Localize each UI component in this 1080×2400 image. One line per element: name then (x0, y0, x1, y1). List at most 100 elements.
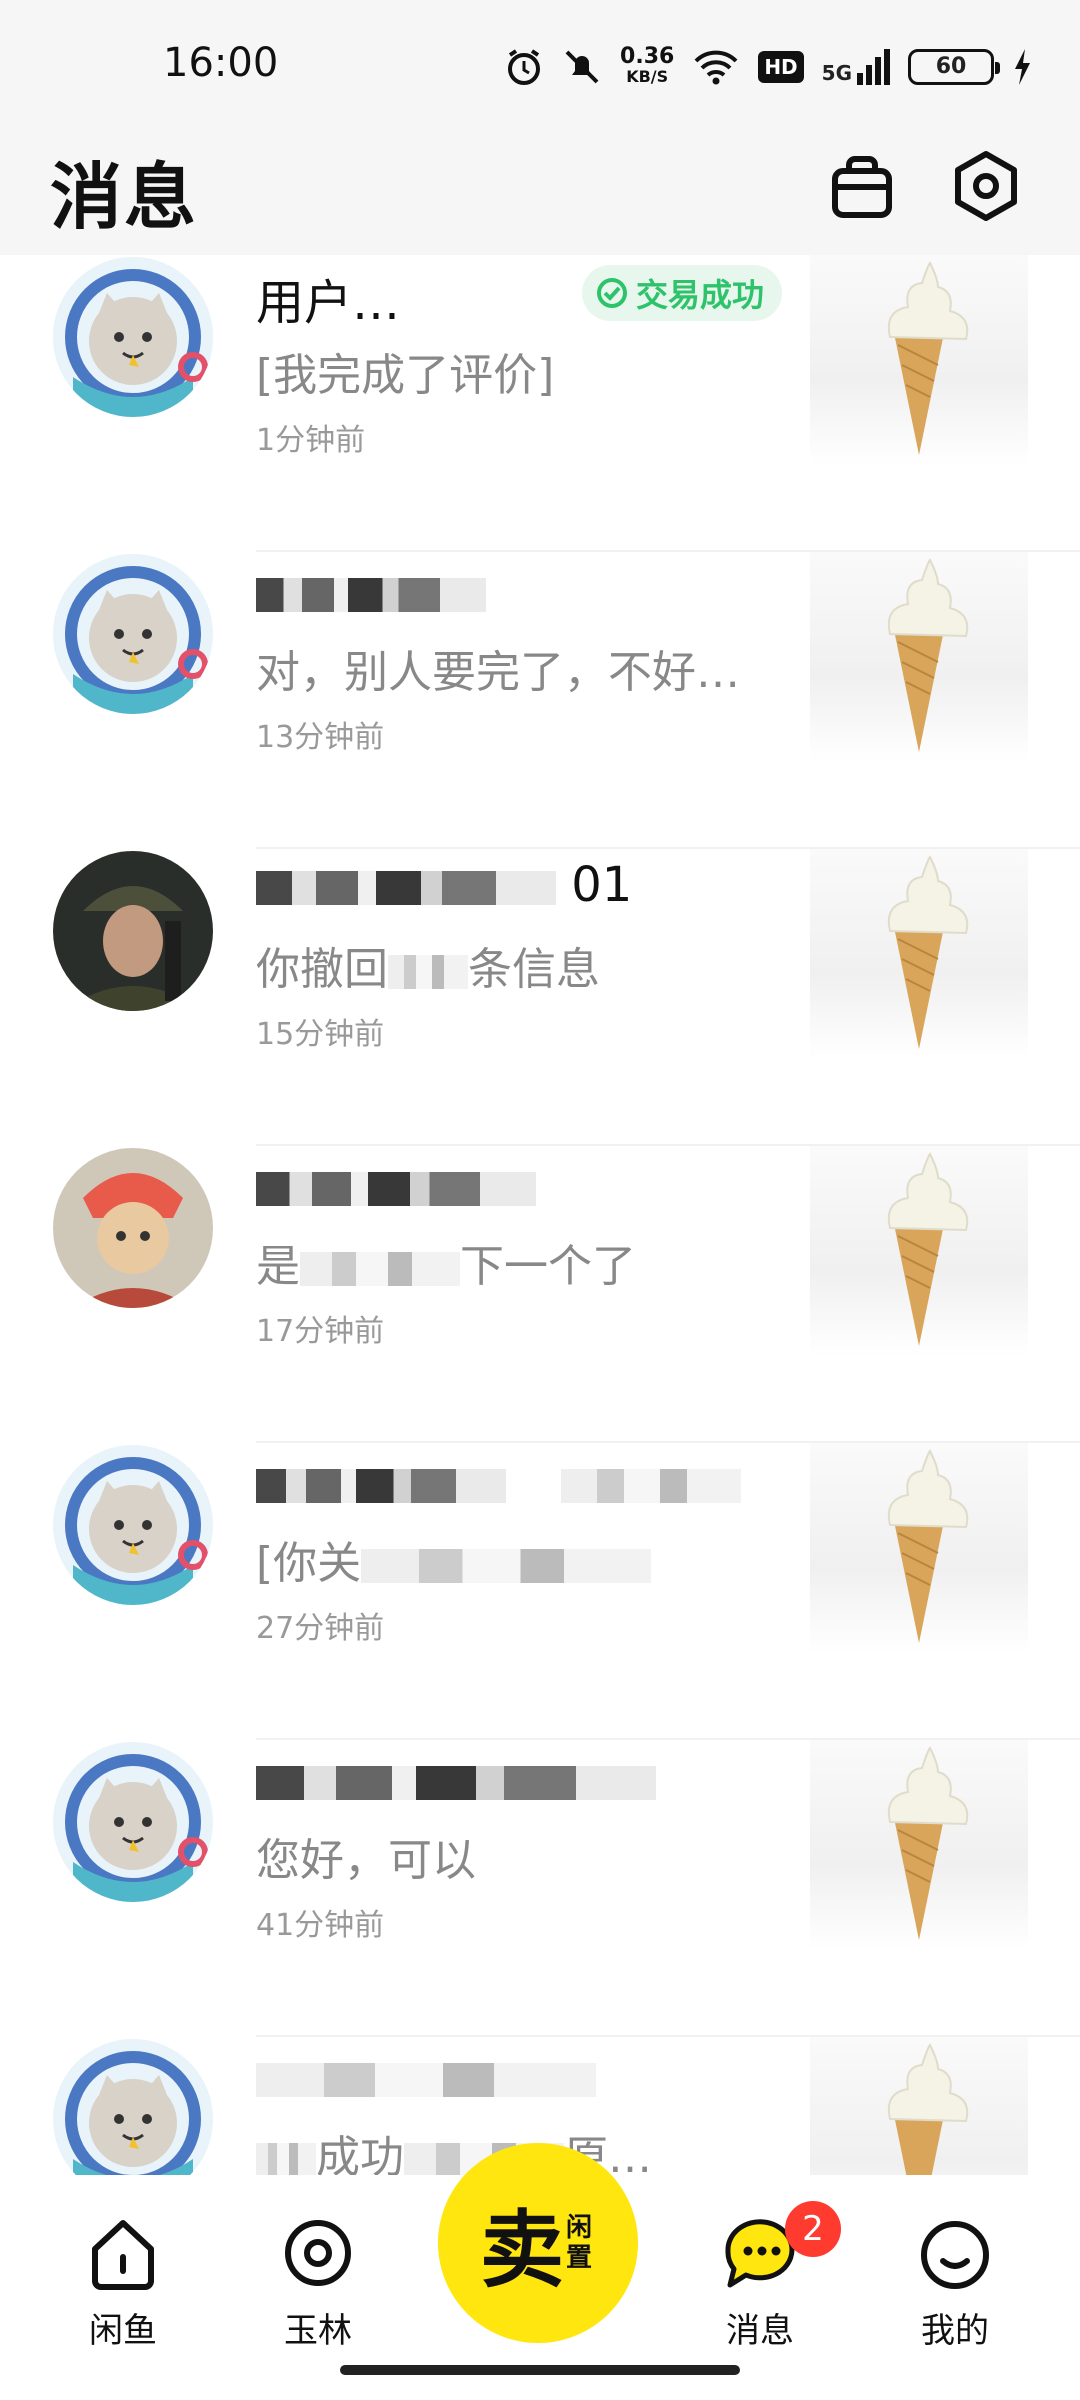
redacted-text (361, 1549, 652, 1583)
nav-label: 闲鱼 (89, 2311, 157, 2351)
sell-label: 卖 (479, 2199, 564, 2299)
conversation-list[interactable]: 用户… 交易成功 [我完成了评价] 1分钟前 对，别人要完了，不好… 13分钟前… (0, 255, 1080, 2175)
conversation-name (256, 1158, 536, 1214)
redacted-name (256, 1469, 506, 1503)
sell-sublabel: 闲置 (566, 2213, 593, 2273)
nav-location[interactable]: 玉林 (248, 2215, 388, 2352)
bag-button[interactable] (822, 146, 902, 226)
ice-cream-icon (887, 261, 969, 455)
conversation-item[interactable]: 01 你撤回 条信息 15分钟前 (0, 849, 1080, 1146)
profile-icon (921, 2221, 989, 2289)
soldier-avatar-icon (53, 851, 213, 1011)
redacted-name (256, 871, 556, 905)
conversation-item[interactable]: 您好，可以 41分钟前 (0, 1740, 1080, 2037)
status-icons: 0.36 KB/S HD 5G 60 (504, 42, 1032, 92)
redacted-name (256, 1172, 536, 1206)
nav-label: 玉林 (284, 2311, 352, 2351)
nav-home[interactable]: 闲鱼 (53, 2215, 193, 2352)
ice-cream-icon (887, 1746, 969, 1940)
redacted-text (256, 2143, 316, 2175)
nav-label: 我的 (921, 2311, 989, 2351)
hd-badge: HD (758, 51, 804, 83)
bottom-nav: 闲鱼 玉林 卖 闲置 2 消息 我的 (0, 2143, 1080, 2400)
avatar (53, 257, 213, 417)
location-icon (285, 2220, 351, 2286)
cat-avatar-icon (53, 1445, 213, 1605)
cat-avatar-icon (53, 1742, 213, 1902)
check-circle-icon (597, 278, 627, 308)
settings-icon (955, 151, 1017, 221)
ice-cream-icon (887, 1449, 969, 1643)
avatar (53, 554, 213, 714)
avatar (53, 1742, 213, 1902)
home-icon (92, 2220, 154, 2290)
ice-cream-icon (887, 2043, 969, 2175)
status-bar: 16:00 0.36 KB/S HD 5G 60 (0, 0, 1080, 130)
page-title: 消息 (50, 155, 199, 239)
redacted-text (388, 955, 468, 989)
conversation-time: 17分钟前 (256, 1314, 385, 1349)
conversation-name: 用户… (256, 275, 401, 331)
item-thumbnail (810, 1740, 1028, 1950)
item-thumbnail (810, 255, 1028, 465)
ice-cream-icon (887, 855, 969, 1049)
conversation-item[interactable]: [你关 27分钟前 (0, 1443, 1080, 1740)
cat-avatar-icon (53, 2039, 213, 2175)
conversation-name (256, 1455, 742, 1511)
redacted-name (256, 2063, 596, 2097)
sell-button[interactable]: 卖 闲置 (438, 2143, 638, 2343)
charging-icon (1015, 49, 1030, 85)
conversation-preview: 是下一个了 (256, 1241, 636, 1292)
conversation-time: 13分钟前 (256, 720, 385, 755)
item-thumbnail (810, 1146, 1028, 1356)
conversation-time: 15分钟前 (256, 1017, 385, 1052)
network-speed: 0.36 KB/S (620, 44, 675, 87)
conversation-name (256, 2049, 596, 2105)
conversation-preview: [你关 (256, 1527, 652, 1591)
cat-costume-avatar-icon (53, 1148, 213, 1308)
avatar (53, 2039, 213, 2175)
conversation-item[interactable]: 用户… 交易成功 [我完成了评价] 1分钟前 (0, 255, 1080, 552)
header: 消息 (0, 130, 1080, 255)
alarm-icon (508, 49, 541, 85)
conversation-name (256, 564, 486, 620)
nav-label: 消息 (726, 2311, 794, 2351)
bag-icon (832, 156, 892, 218)
redacted-text (300, 1252, 460, 1286)
item-thumbnail (810, 552, 1028, 762)
conversation-item[interactable]: 是下一个了 17分钟前 (0, 1146, 1080, 1443)
cat-avatar-icon (53, 257, 213, 417)
conversation-time: 41分钟前 (256, 1908, 385, 1943)
redacted-name (256, 578, 486, 612)
ice-cream-icon (887, 558, 969, 752)
unread-count-badge: 2 (785, 2201, 841, 2257)
conversation-name: 01 (256, 857, 632, 913)
avatar (53, 1148, 213, 1308)
conversation-preview: 您好，可以 (256, 1835, 476, 1886)
nav-messages[interactable]: 2 消息 (690, 2201, 841, 2352)
item-thumbnail (810, 1443, 1028, 1653)
redacted-text (561, 1469, 742, 1503)
status-badge: 交易成功 (582, 265, 783, 321)
battery-indicator: 60 (908, 49, 1000, 85)
conversation-preview: 你撤回 条信息 (256, 944, 600, 995)
nav-profile[interactable]: 我的 (885, 2215, 1025, 2352)
conversation-time: 1分钟前 (256, 423, 366, 458)
item-thumbnail (810, 2037, 1028, 2175)
mute-icon (565, 50, 599, 84)
signal-indicator: 5G (822, 49, 890, 85)
conversation-preview: [我完成了评价] (256, 350, 555, 401)
conversation-time: 27分钟前 (256, 1611, 385, 1646)
status-time: 16:00 (163, 40, 279, 86)
wifi-icon (694, 50, 738, 85)
avatar (53, 851, 213, 1011)
ice-cream-icon (887, 1152, 969, 1346)
settings-button[interactable] (946, 146, 1026, 226)
conversation-name (256, 1752, 656, 1808)
home-indicator[interactable] (340, 2365, 740, 2375)
conversation-preview: 对，别人要完了，不好… (256, 647, 740, 698)
cat-avatar-icon (53, 554, 213, 714)
avatar (53, 1445, 213, 1605)
redacted-name (256, 1766, 656, 1800)
conversation-item[interactable]: 对，别人要完了，不好… 13分钟前 (0, 552, 1080, 849)
